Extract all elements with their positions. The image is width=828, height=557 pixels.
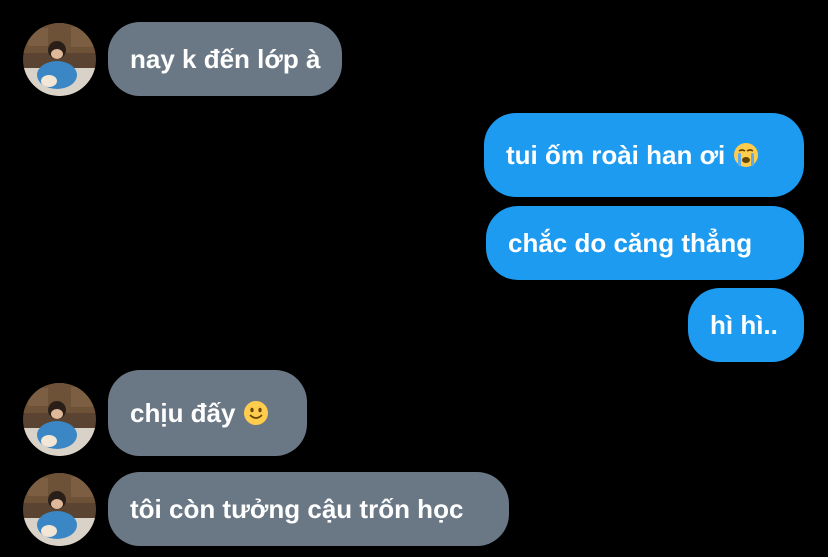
message-bubble-incoming[interactable]: tôi còn tưởng cậu trốn học — [108, 472, 509, 546]
message-text: chịu đấy — [130, 398, 236, 428]
avatar-photo — [23, 473, 96, 546]
avatar-photo — [23, 23, 96, 96]
message-text: hì hì.. — [710, 310, 778, 340]
message-bubble-outgoing[interactable]: tui ốm roài han ơi — [484, 113, 804, 197]
message-text: tui ốm roài han ơi — [506, 140, 726, 170]
message-bubble-incoming[interactable]: nay k đến lớp à — [108, 22, 343, 96]
contact-avatar[interactable] — [23, 23, 96, 96]
contact-avatar[interactable] — [23, 383, 96, 456]
message-text: chắc do căng thẳng — [508, 228, 753, 258]
message-bubble-outgoing[interactable]: chắc do căng thẳng — [486, 206, 804, 280]
loudly-crying-face-icon — [733, 142, 759, 168]
message-bubble-incoming[interactable]: chịu đấy — [108, 370, 307, 456]
message-text: tôi còn tưởng cậu trốn học — [130, 494, 464, 524]
message-bubble-outgoing[interactable]: hì hì.. — [688, 288, 804, 362]
message-text: nay k đến lớp à — [130, 44, 321, 74]
contact-avatar[interactable] — [23, 473, 96, 546]
slightly-smiling-face-icon — [243, 400, 269, 426]
avatar-photo — [23, 383, 96, 456]
